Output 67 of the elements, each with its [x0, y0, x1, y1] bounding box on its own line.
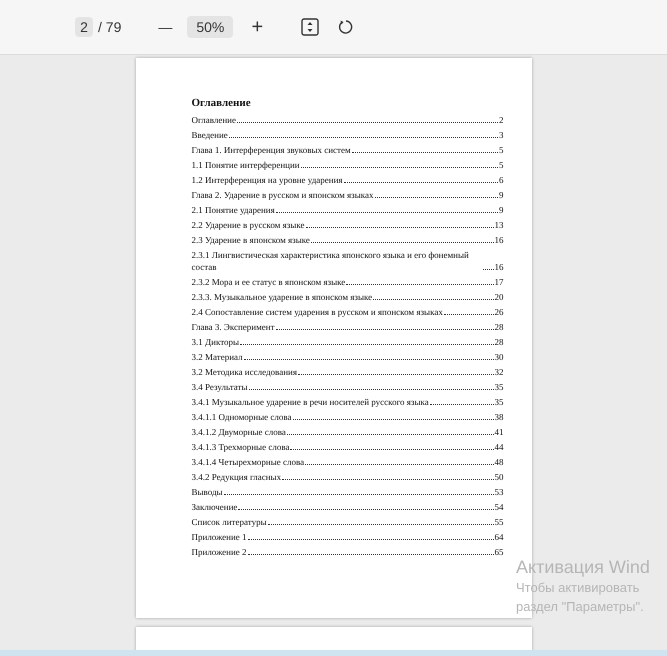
page-number: 13	[494, 218, 504, 230]
toc-entry[interactable]: Приложение 1	[192, 530, 247, 542]
toc-entry[interactable]: Глава 1. Интерференция звуковых систем	[192, 144, 351, 156]
rotate-icon[interactable]	[338, 19, 354, 35]
page-number: 53	[494, 486, 504, 498]
toc-entry[interactable]: 3.4.1 Музыкальное ударение в речи носителей русского языка	[192, 396, 429, 408]
toc-entry[interactable]: 3.4.1.1 Одноморные слова	[192, 410, 292, 422]
page-number: 54	[494, 500, 504, 512]
page-number: 2	[499, 114, 504, 126]
toc-entry[interactable]: 1.2 Интерференция на уровне ударения	[192, 174, 343, 186]
toc-entry[interactable]: 2.3.3. Музыкальное ударение в японском языке	[192, 290, 372, 302]
page-number: 17	[494, 276, 504, 288]
toc-entry[interactable]: Приложение 2	[192, 546, 247, 558]
toc-entry[interactable]: 3.2 Материал	[192, 350, 243, 362]
page-number: 9	[499, 188, 504, 200]
page-number: 38	[494, 410, 504, 422]
page-number: 50	[494, 470, 504, 482]
zoom-level: 50%	[187, 16, 234, 38]
toc-entry[interactable]: 2.3 Ударение в японском языке	[192, 234, 310, 246]
page-total: / 79	[98, 18, 122, 36]
page-number: 32	[494, 366, 504, 378]
page-number: 16	[494, 260, 504, 272]
page-number: 44	[494, 440, 504, 452]
toc-entry[interactable]: Заключение	[192, 500, 238, 512]
page-number: 41	[494, 426, 504, 438]
toc-entry[interactable]: Глава 2. Ударение в русском и японском языках	[192, 188, 374, 200]
page-number: 64	[494, 530, 504, 542]
page-number: 48	[494, 456, 504, 468]
page-number: 26	[494, 306, 504, 318]
zoom-out-button[interactable]: —	[155, 16, 176, 38]
page-number: 30	[494, 350, 504, 362]
page-number: 5	[499, 144, 504, 156]
toc-entry[interactable]: 3.4.2 Редукция гласных	[192, 470, 282, 482]
page-number: 16	[494, 234, 504, 246]
page-number: 35	[494, 380, 504, 392]
toc-entry[interactable]: 2.3.1 Лингвистическая характеристика японского языка и его фонемный состав	[192, 248, 482, 272]
toc-entry[interactable]: 2.2 Ударение в русском языке	[192, 218, 305, 230]
toc-entry[interactable]: 3.4.1.4 Четырехморные слова	[192, 456, 304, 468]
page-number: 28	[494, 336, 504, 348]
toc-entry[interactable]: 3.4.1.2 Двуморные слова	[192, 426, 286, 438]
toc-entry[interactable]: Выводы	[192, 486, 223, 498]
toc-heading: Оглавление	[192, 96, 252, 110]
page-number: 35	[494, 396, 504, 408]
toc-entry[interactable]: 3.4.1.3 Трехморные слова	[192, 440, 290, 452]
zoom-in-button[interactable]: +	[247, 12, 268, 42]
toc-entry[interactable]: Глава 3. Эксперимент	[192, 320, 275, 332]
page-number: 65	[494, 546, 504, 558]
page-number: 6	[499, 174, 504, 186]
page-number: 20	[494, 290, 504, 302]
toc-entry[interactable]: 1.1 Понятие интерференции	[192, 158, 300, 170]
toc-entry[interactable]: 3.1 Дикторы	[192, 336, 240, 348]
page-number-field[interactable]: 2	[75, 17, 93, 37]
page-number: 9	[499, 204, 504, 216]
toc-entry[interactable]: 2.1 Понятие ударения	[192, 204, 275, 216]
toc-entry[interactable]: 2.4 Сопоставление систем ударения в русском и японском языках	[192, 306, 443, 318]
toc-entry[interactable]: 2.3.2 Мора и ее статус в японском языке	[192, 276, 346, 288]
toc-entry[interactable]: Оглавление	[192, 114, 236, 126]
toc-entry[interactable]: Список литературы	[192, 516, 267, 528]
page-number: 28	[494, 320, 504, 332]
toc-entry[interactable]: 3.2 Методика исследования	[192, 366, 297, 378]
page-number: 3	[499, 128, 504, 140]
page-number: 55	[494, 516, 504, 528]
toc-entry[interactable]: Введение	[192, 128, 228, 140]
page-number: 5	[499, 158, 504, 170]
fit-page-icon[interactable]	[301, 18, 320, 36]
toc-entry[interactable]: 3.4 Результаты	[192, 380, 248, 392]
leader-line	[482, 268, 494, 270]
